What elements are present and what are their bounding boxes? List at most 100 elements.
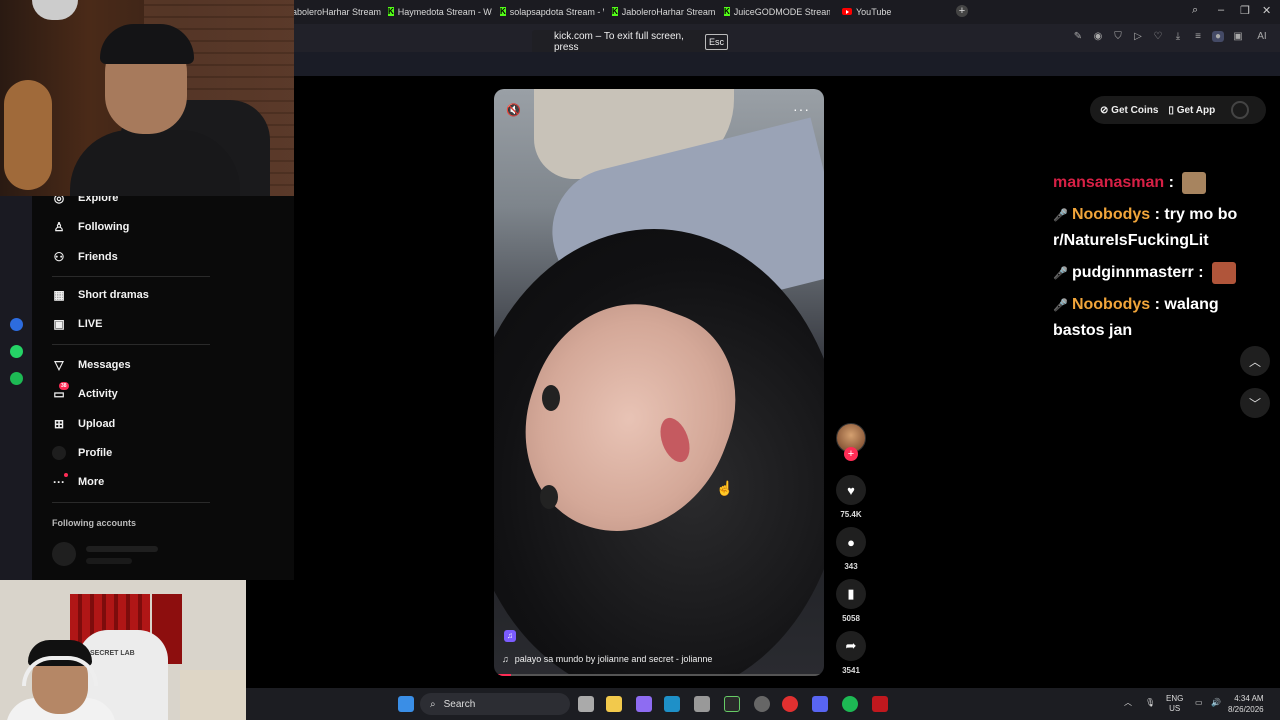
tab-label: JaboleroHarhar Stream - K bbox=[621, 6, 718, 17]
sidebar-item-upload[interactable]: ⊞ Upload bbox=[52, 412, 252, 436]
restore-button[interactable]: ❐ bbox=[1240, 4, 1250, 17]
sidebar-item-profile[interactable]: Profile bbox=[52, 441, 252, 465]
copilot-icon[interactable] bbox=[636, 696, 652, 712]
app-icon[interactable] bbox=[872, 696, 888, 712]
bookmark-icon: ▮ bbox=[847, 586, 855, 601]
comment-button[interactable]: ● bbox=[836, 527, 866, 557]
browser-tab-4[interactable]: KJaboleroHarhar Stream - K bbox=[612, 3, 718, 20]
music-note-icon: ♫ bbox=[502, 654, 509, 664]
share-icon: ➦ bbox=[845, 638, 857, 653]
network-icon[interactable]: ▭ bbox=[1195, 698, 1203, 708]
menu-icon[interactable]: ≡ bbox=[1192, 31, 1204, 42]
language-code: ENG bbox=[1166, 694, 1184, 703]
sidebar-item-label: LIVE bbox=[78, 318, 103, 330]
previous-video-button[interactable]: ︿ bbox=[1240, 346, 1270, 376]
system-clock[interactable]: 4:34 AM 8/26/2026 bbox=[1228, 693, 1264, 715]
microphone-icon[interactable]: 🎙 bbox=[1145, 698, 1155, 708]
edge-icon[interactable] bbox=[664, 696, 680, 712]
settings-icon[interactable] bbox=[754, 696, 770, 712]
get-coins-label: Get Coins bbox=[1111, 104, 1159, 116]
sidebar-item-live[interactable]: ▣ LIVE bbox=[52, 312, 252, 336]
download-icon[interactable]: ⤓ bbox=[1172, 31, 1184, 42]
upload-icon: ⊞ bbox=[53, 417, 65, 431]
next-video-button[interactable]: ﹀ bbox=[1240, 388, 1270, 418]
tab-label: solapsapdota Stream - W bbox=[509, 6, 604, 17]
messenger-icon[interactable] bbox=[10, 318, 23, 331]
mute-icon[interactable]: 🔇 bbox=[506, 103, 522, 119]
loading-avatar-placeholder bbox=[52, 542, 76, 566]
profile-icon[interactable]: ● bbox=[1212, 31, 1224, 42]
share-button[interactable]: ➦ bbox=[836, 631, 866, 661]
shield-icon[interactable]: ⛉ bbox=[1112, 31, 1124, 42]
activity-badge: 38 bbox=[59, 382, 69, 390]
spotify-icon[interactable] bbox=[842, 696, 858, 712]
file-explorer-icon[interactable] bbox=[606, 696, 622, 712]
box-icon[interactable]: ▣ bbox=[1232, 31, 1244, 42]
taskbar-search[interactable]: ⌕ Search bbox=[420, 693, 570, 715]
save-count: 5058 bbox=[842, 614, 860, 623]
new-tab-button[interactable]: + bbox=[956, 5, 968, 17]
follow-plus-icon[interactable]: + bbox=[844, 447, 858, 461]
video-progress-bar[interactable] bbox=[494, 674, 824, 676]
friends-icon: ⚇ bbox=[53, 250, 65, 264]
sidebar-item-following[interactable]: ♙ Following bbox=[52, 215, 252, 239]
store-icon[interactable] bbox=[694, 696, 710, 712]
share-count: 3541 bbox=[842, 666, 860, 675]
loading-text-placeholder bbox=[86, 546, 158, 552]
nvidia-icon[interactable] bbox=[724, 696, 740, 712]
user-avatar[interactable] bbox=[1231, 101, 1250, 119]
ai-button[interactable]: AI bbox=[1252, 31, 1272, 42]
live-icon: ▣ bbox=[53, 317, 65, 331]
sidebar-item-more[interactable]: ··· More bbox=[52, 470, 252, 494]
save-button[interactable]: ▮ bbox=[836, 579, 866, 609]
more-options-icon[interactable]: ··· bbox=[793, 101, 810, 117]
top-right-actions: ⊘ Get Coins ▯ Get App bbox=[1090, 96, 1266, 124]
sidebar-item-short-dramas[interactable]: ▦ Short dramas bbox=[52, 283, 252, 307]
browser-tab-3[interactable]: Ksolapsapdota Stream - W bbox=[500, 3, 604, 20]
video-progress-fill bbox=[494, 674, 511, 676]
camera-icon[interactable]: ◉ bbox=[1092, 31, 1104, 42]
play-icon[interactable]: ▷ bbox=[1132, 31, 1144, 42]
discord-icon[interactable] bbox=[812, 696, 828, 712]
search-label: Search bbox=[443, 698, 476, 710]
chat-username: Noobodys bbox=[1071, 296, 1151, 313]
browser-tab-1[interactable]: aboleroHarhar Stream - K bbox=[292, 3, 382, 20]
notification-dot bbox=[64, 473, 68, 477]
edit-icon[interactable]: ✎ bbox=[1072, 31, 1084, 42]
volume-icon[interactable]: 🔊 bbox=[1211, 698, 1221, 708]
sidebar-item-activity[interactable]: ▭ 38 Activity bbox=[52, 382, 252, 406]
video-music-caption[interactable]: ♫ palayo sa mundo by jolianne and secret… bbox=[502, 654, 712, 664]
sidebar-item-messages[interactable]: ▽ Messages bbox=[52, 353, 252, 377]
esc-key: Esc bbox=[704, 34, 728, 50]
sidebar-divider bbox=[52, 276, 210, 277]
get-app-button[interactable]: ▯ Get App bbox=[1168, 105, 1215, 116]
opera-icon[interactable] bbox=[782, 696, 798, 712]
whatsapp-icon[interactable] bbox=[10, 345, 23, 358]
chat-badge-icon: 🎤 bbox=[1053, 266, 1068, 280]
like-button[interactable]: ♥ bbox=[836, 475, 866, 505]
sidebar-item-friends[interactable]: ⚇ Friends bbox=[52, 245, 252, 269]
emote-icon bbox=[1211, 261, 1236, 284]
browser-tab-2[interactable]: K Haymedota Stream - Wat bbox=[388, 3, 492, 20]
task-view-icon[interactable] bbox=[578, 696, 594, 712]
heart-icon[interactable]: ♡ bbox=[1152, 31, 1164, 42]
minimize-button[interactable]: – bbox=[1218, 4, 1224, 16]
language-indicator[interactable]: ENG US bbox=[1166, 694, 1183, 714]
screen: aboleroHarhar Stream - K KHaymedota Stre… bbox=[0, 0, 1280, 720]
video-player[interactable]: 🔇 ··· ♫ ♫ palayo sa mundo by jolianne an… bbox=[494, 89, 824, 676]
fullscreen-notice: kick.com – To exit full screen, press Es… bbox=[532, 30, 728, 54]
close-button[interactable]: ✕ bbox=[1262, 4, 1271, 17]
lamp bbox=[32, 0, 78, 20]
spotify-icon[interactable] bbox=[10, 372, 23, 385]
browser-sidebar bbox=[0, 196, 32, 580]
film-icon: ▦ bbox=[53, 288, 65, 302]
browser-tab-6[interactable]: YouTube bbox=[842, 3, 912, 20]
browser-tab-5[interactable]: K JuiceGODMODE Stream - bbox=[724, 3, 830, 20]
chat-username: Noobodys bbox=[1071, 206, 1151, 223]
windows-start-icon[interactable] bbox=[398, 696, 414, 712]
chat-message: 🎤 pudginnmasterr : bbox=[1053, 260, 1263, 286]
get-coins-button[interactable]: ⊘ Get Coins bbox=[1100, 105, 1158, 116]
chevron-up-icon: ︿ bbox=[1248, 354, 1261, 369]
search-tabs-icon[interactable]: ⌕ bbox=[1192, 4, 1198, 17]
tray-chevron-icon[interactable]: ︿ bbox=[1124, 698, 1132, 708]
